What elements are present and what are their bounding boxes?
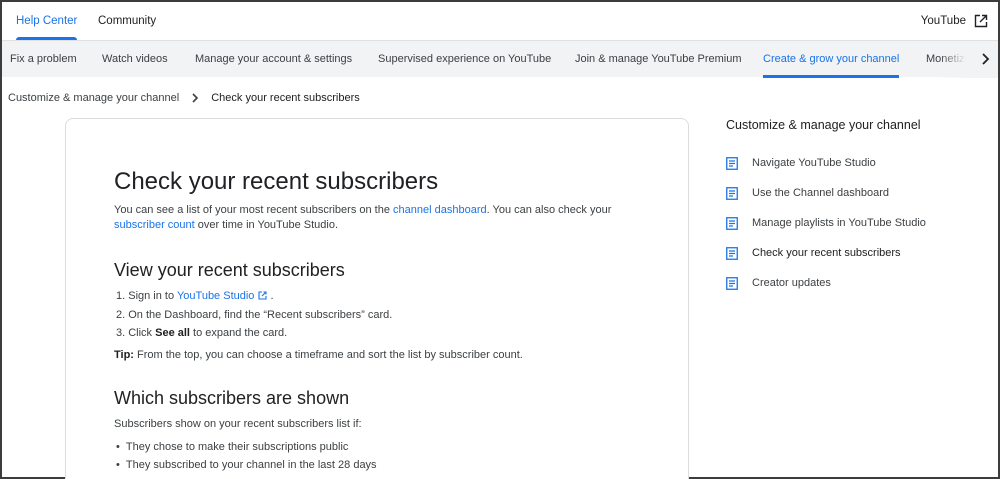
intro-text: over time in YouTube Studio. (194, 219, 339, 231)
sidebar-title: Customize & manage your channel (726, 118, 921, 132)
section-lead: Subscribers show on your recent subscrib… (114, 418, 362, 430)
youtube-link-label: YouTube (920, 15, 966, 27)
document-icon (726, 276, 738, 290)
sidebar-item-label: Use the Channel dashboard (752, 187, 889, 199)
nav-fix-a-problem[interactable]: Fix a problem (10, 41, 77, 78)
nav-supervised-experience[interactable]: Supervised experience on YouTube (378, 41, 551, 78)
sidebar-item-label: Navigate YouTube Studio (752, 157, 876, 169)
tab-community[interactable]: Community (98, 2, 156, 40)
breadcrumb-parent-link[interactable]: Customize & manage your channel (8, 92, 179, 104)
youtube-studio-link[interactable]: YouTube Studio (177, 290, 254, 302)
sidebar-item-channel-dashboard[interactable]: Use the Channel dashboard (726, 185, 889, 201)
see-all-label: See all (155, 327, 190, 339)
chevron-right-icon (191, 93, 199, 103)
section-heading-which: Which subscribers are shown (114, 388, 350, 408)
sidebar-item-label: Creator updates (752, 277, 831, 289)
bullet-list: They chose to make their subscriptions p… (114, 438, 654, 474)
nav-create-grow-channel[interactable]: Create & grow your channel (763, 41, 900, 78)
breadcrumb: Customize & manage your channel Check yo… (8, 89, 360, 107)
list-item: 3. Click See all to expand the card. (116, 324, 654, 342)
category-nav: Fix a problem Watch videos Manage your a… (2, 40, 998, 78)
channel-dashboard-link[interactable]: channel dashboard (393, 204, 487, 216)
step-text: . (267, 290, 274, 302)
open-in-new-icon (974, 14, 988, 28)
nav-youtube-premium[interactable]: Join & manage YouTube Premium (575, 41, 742, 78)
step-text: 1. Sign in to (116, 290, 177, 302)
chevron-right-icon[interactable] (980, 52, 990, 71)
document-icon (726, 246, 738, 260)
section-heading-view: View your recent subscribers (114, 260, 345, 280)
document-icon (726, 216, 738, 230)
sidebar-item-label: Manage playlists in YouTube Studio (752, 217, 926, 229)
step-text: to expand the card. (189, 327, 288, 339)
document-icon (726, 156, 738, 170)
sidebar-item-label: Check your recent subscribers (752, 247, 901, 259)
subscriber-count-link[interactable]: subscriber count (114, 219, 195, 231)
list-item: They chose to make their subscriptions p… (114, 438, 654, 456)
youtube-link[interactable]: YouTube (921, 2, 988, 40)
tip-label: Tip: (114, 349, 134, 361)
steps-list: 1. Sign in to YouTube Studio . 2. On the… (114, 287, 654, 342)
document-icon (726, 186, 738, 200)
intro-text: . You can also check your (486, 204, 612, 216)
article-title: Check your recent subscribers (114, 168, 439, 195)
sidebar-item-creator-updates[interactable]: Creator updates (726, 275, 831, 291)
tab-help-center[interactable]: Help Center (16, 2, 78, 40)
top-bar: Help Center Community YouTube (2, 2, 998, 40)
article-card: Check your recent subscribers You can se… (65, 118, 689, 479)
list-item: 1. Sign in to YouTube Studio . (116, 287, 654, 306)
intro-text: You can see a list of your most recent s… (114, 204, 394, 216)
sidebar-item-manage-playlists[interactable]: Manage playlists in YouTube Studio (726, 215, 926, 231)
tip: Tip: From the top, you can choose a time… (114, 348, 654, 363)
tip-text: From the top, you can choose a timeframe… (133, 349, 523, 361)
sidebar-item-navigate-studio[interactable]: Navigate YouTube Studio (726, 155, 876, 171)
related-sidebar: Customize & manage your channel Navigate… (726, 118, 986, 290)
nav-manage-account[interactable]: Manage your account & settings (195, 41, 352, 78)
nav-watch-videos[interactable]: Watch videos (102, 41, 168, 78)
article-intro: You can see a list of your most recent s… (114, 203, 654, 233)
sidebar-item-recent-subscribers[interactable]: Check your recent subscribers (726, 245, 901, 261)
step-text: 3. Click (116, 327, 156, 339)
list-item: They subscribed to your channel in the l… (114, 456, 654, 474)
breadcrumb-current: Check your recent subscribers (211, 92, 360, 104)
list-item: 2. On the Dashboard, find the “Recent su… (116, 309, 393, 321)
article-content: Check your recent subscribers You can se… (114, 167, 654, 474)
